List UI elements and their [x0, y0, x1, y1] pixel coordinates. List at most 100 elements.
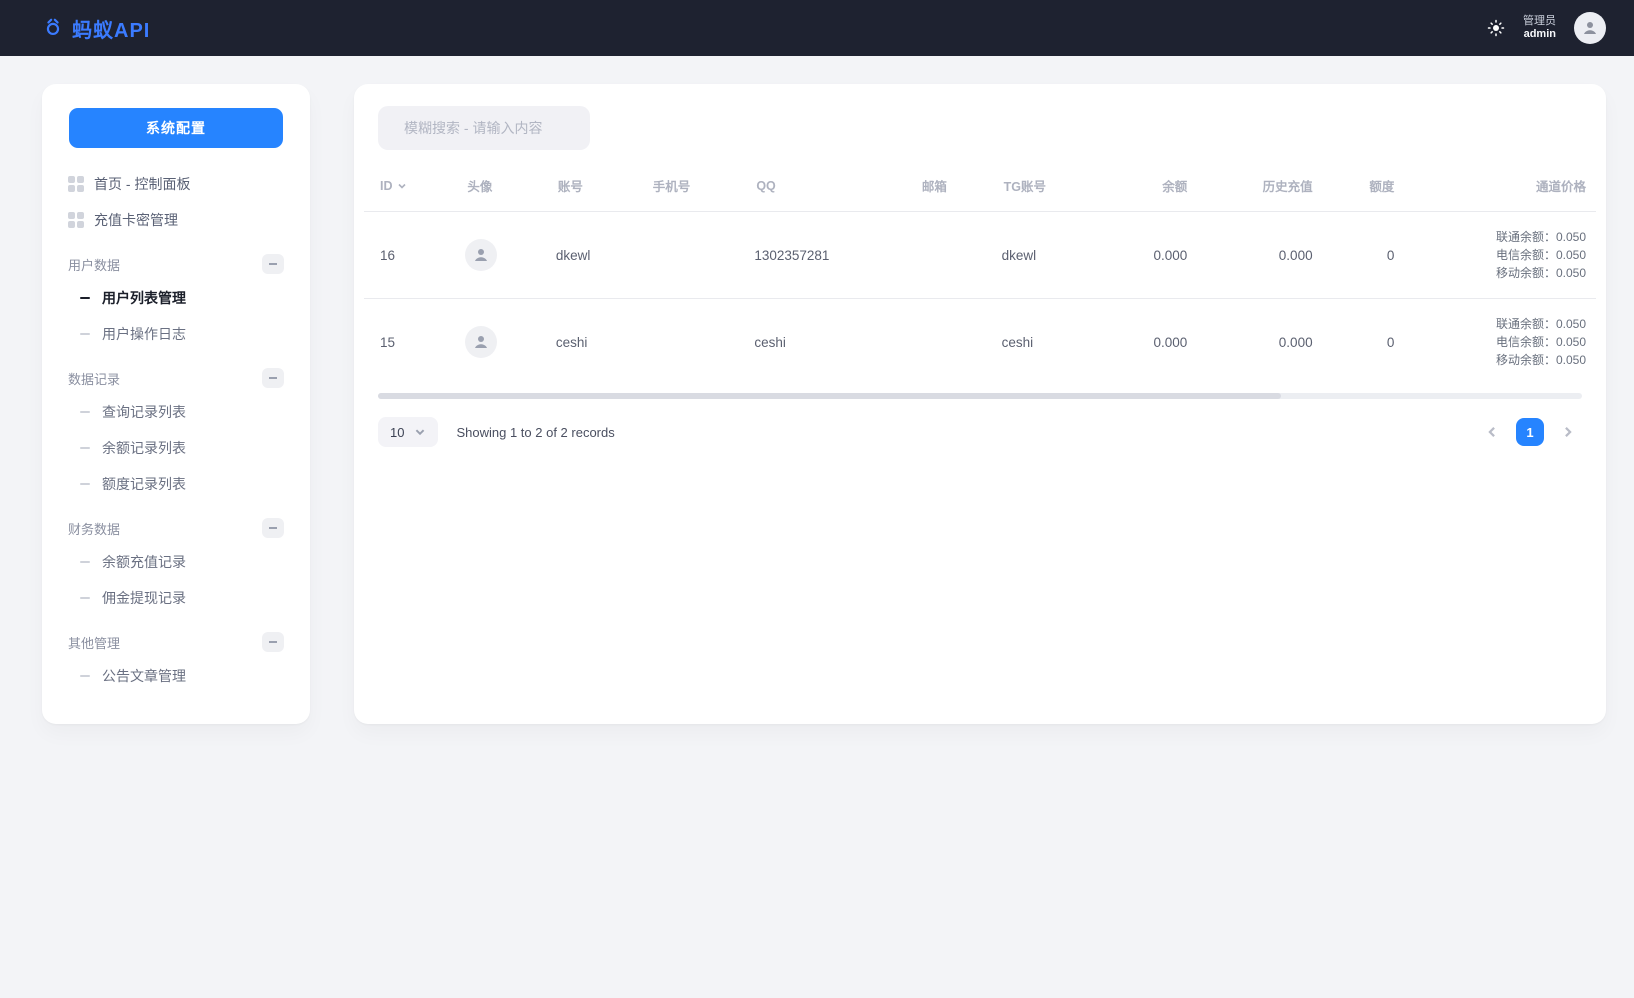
grid-icon [68, 212, 84, 228]
sidebar-item-label: 用户操作日志 [102, 324, 186, 344]
col-quota[interactable]: 额度 [1323, 168, 1405, 212]
sidebar-group-title: 其他管理 [68, 633, 120, 652]
collapse-icon [262, 368, 284, 388]
dash-icon [80, 675, 90, 677]
sidebar-group-title: 数据记录 [68, 369, 120, 388]
dash-icon [80, 297, 90, 299]
sidebar-item-announce[interactable]: 公告文章管理 [56, 658, 296, 694]
sidebar-item-label: 余额记录列表 [102, 438, 186, 458]
sidebar-item-label: 余额充值记录 [102, 552, 186, 572]
dash-icon [80, 411, 90, 413]
cell-phone [641, 299, 745, 385]
col-history[interactable]: 历史充值 [1197, 168, 1322, 212]
sidebar-item-balance-records[interactable]: 余额记录列表 [56, 430, 296, 466]
dash-icon [80, 333, 90, 335]
sidebar-group-other: 其他管理 公告文章管理 [56, 626, 296, 694]
sidebar-group-title: 财务数据 [68, 519, 120, 538]
scrollbar-thumb[interactable] [378, 393, 1281, 399]
sidebar-item-query-records[interactable]: 查询记录列表 [56, 394, 296, 430]
cell-balance: 0.000 [1104, 299, 1198, 385]
dash-icon [80, 561, 90, 563]
cell-balance: 0.000 [1104, 212, 1198, 299]
sidebar-item-label: 首页 - 控制面板 [94, 174, 190, 194]
avatar-icon [465, 239, 497, 271]
col-balance[interactable]: 余额 [1104, 168, 1198, 212]
brand-name: 蚂蚁API [72, 14, 150, 43]
sidebar-item-label: 公告文章管理 [102, 666, 186, 686]
pagination: 1 [1478, 418, 1582, 446]
dash-icon [80, 483, 90, 485]
cell-qq: ceshi [744, 299, 910, 385]
cell-avatar [455, 212, 546, 299]
cell-quota: 0 [1323, 212, 1405, 299]
page-size-select[interactable]: 10 [378, 417, 438, 447]
table-footer: 10 Showing 1 to 2 of 2 records 1 [364, 417, 1596, 447]
col-channel-price[interactable]: 通道价格 [1404, 168, 1596, 212]
sidebar-group-finance: 财务数据 余额充值记录 佣金提现记录 [56, 512, 296, 616]
sidebar-item-label: 查询记录列表 [102, 402, 186, 422]
horizontal-scrollbar[interactable] [378, 393, 1582, 399]
cell-email [910, 299, 992, 385]
sidebar-group-header[interactable]: 用户数据 [56, 248, 296, 280]
cell-quota: 0 [1323, 299, 1405, 385]
cell-id: 15 [364, 299, 455, 385]
chevron-down-icon [397, 181, 407, 191]
collapse-icon [262, 518, 284, 538]
sidebar-group-users: 用户数据 用户列表管理 用户操作日志 [56, 248, 296, 352]
sidebar-item-label: 充值卡密管理 [94, 210, 178, 230]
pager-page-1[interactable]: 1 [1516, 418, 1544, 446]
table-row[interactable]: 15 ceshi ceshi ceshi 0.000 0.000 0 联通余额：… [364, 299, 1596, 385]
brand[interactable]: 蚂蚁API [42, 14, 150, 43]
topbar: 蚂蚁API 管理员 admin [0, 0, 1634, 56]
cell-id: 16 [364, 212, 455, 299]
sidebar-group-header[interactable]: 数据记录 [56, 362, 296, 394]
sidebar-item-recharge-cards[interactable]: 充值卡密管理 [56, 202, 296, 238]
col-account[interactable]: 账号 [546, 168, 641, 212]
header-user-name: admin [1524, 28, 1556, 41]
col-qq[interactable]: QQ [744, 168, 910, 212]
sidebar-item-user-oplog[interactable]: 用户操作日志 [56, 316, 296, 352]
header-user-role: 管理员 [1523, 15, 1556, 28]
col-tg[interactable]: TG账号 [992, 168, 1104, 212]
sidebar-group-header[interactable]: 其他管理 [56, 626, 296, 658]
system-config-button[interactable]: 系统配置 [69, 108, 283, 148]
sidebar-item-label: 额度记录列表 [102, 474, 186, 494]
cell-avatar [455, 299, 546, 385]
pager-prev-button[interactable] [1478, 418, 1506, 446]
cell-channel-price: 联通余额：0.050 电信余额：0.050 移动余额：0.050 [1404, 299, 1596, 385]
avatar[interactable] [1574, 12, 1606, 44]
cell-qq: 1302357281 [744, 212, 910, 299]
sidebar-item-withdraw-records[interactable]: 佣金提现记录 [56, 580, 296, 616]
sidebar-item-dashboard[interactable]: 首页 - 控制面板 [56, 166, 296, 202]
sidebar-item-quota-records[interactable]: 额度记录列表 [56, 466, 296, 502]
cell-account: ceshi [546, 299, 641, 385]
sidebar-group-records: 数据记录 查询记录列表 余额记录列表 额度记录列表 [56, 362, 296, 502]
users-table: ID 头像 账号 手机号 QQ 邮箱 TG账号 余额 历史充值 额度 通道价格 [364, 168, 1596, 385]
pager-next-button[interactable] [1554, 418, 1582, 446]
col-phone[interactable]: 手机号 [641, 168, 745, 212]
header-user-meta[interactable]: 管理员 admin [1523, 15, 1556, 40]
col-email[interactable]: 邮箱 [910, 168, 992, 212]
sidebar-item-label: 佣金提现记录 [102, 588, 186, 608]
cell-history: 0.000 [1197, 212, 1322, 299]
collapse-icon [262, 632, 284, 652]
table-row[interactable]: 16 dkewl 1302357281 dkewl 0.000 0.000 0 … [364, 212, 1596, 299]
cell-tg: ceshi [992, 299, 1104, 385]
search-input[interactable] [402, 119, 587, 137]
sidebar-item-label: 用户列表管理 [102, 288, 186, 308]
dash-icon [80, 597, 90, 599]
sidebar-group-header[interactable]: 财务数据 [56, 512, 296, 544]
cell-history: 0.000 [1197, 299, 1322, 385]
theme-toggle-icon[interactable] [1487, 19, 1505, 37]
col-id[interactable]: ID [364, 168, 455, 212]
sidebar-item-user-list[interactable]: 用户列表管理 [56, 280, 296, 316]
page-size-value: 10 [390, 425, 404, 440]
sidebar: 系统配置 首页 - 控制面板 充值卡密管理 用户数据 用户列表管理 用户操作日志 [42, 84, 310, 724]
table-scroll[interactable]: ID 头像 账号 手机号 QQ 邮箱 TG账号 余额 历史充值 额度 通道价格 [364, 168, 1596, 385]
chevron-left-icon [1485, 425, 1499, 439]
cell-email [910, 212, 992, 299]
search-field[interactable] [378, 106, 590, 150]
col-avatar[interactable]: 头像 [455, 168, 546, 212]
grid-icon [68, 176, 84, 192]
sidebar-item-recharge-records[interactable]: 余额充值记录 [56, 544, 296, 580]
